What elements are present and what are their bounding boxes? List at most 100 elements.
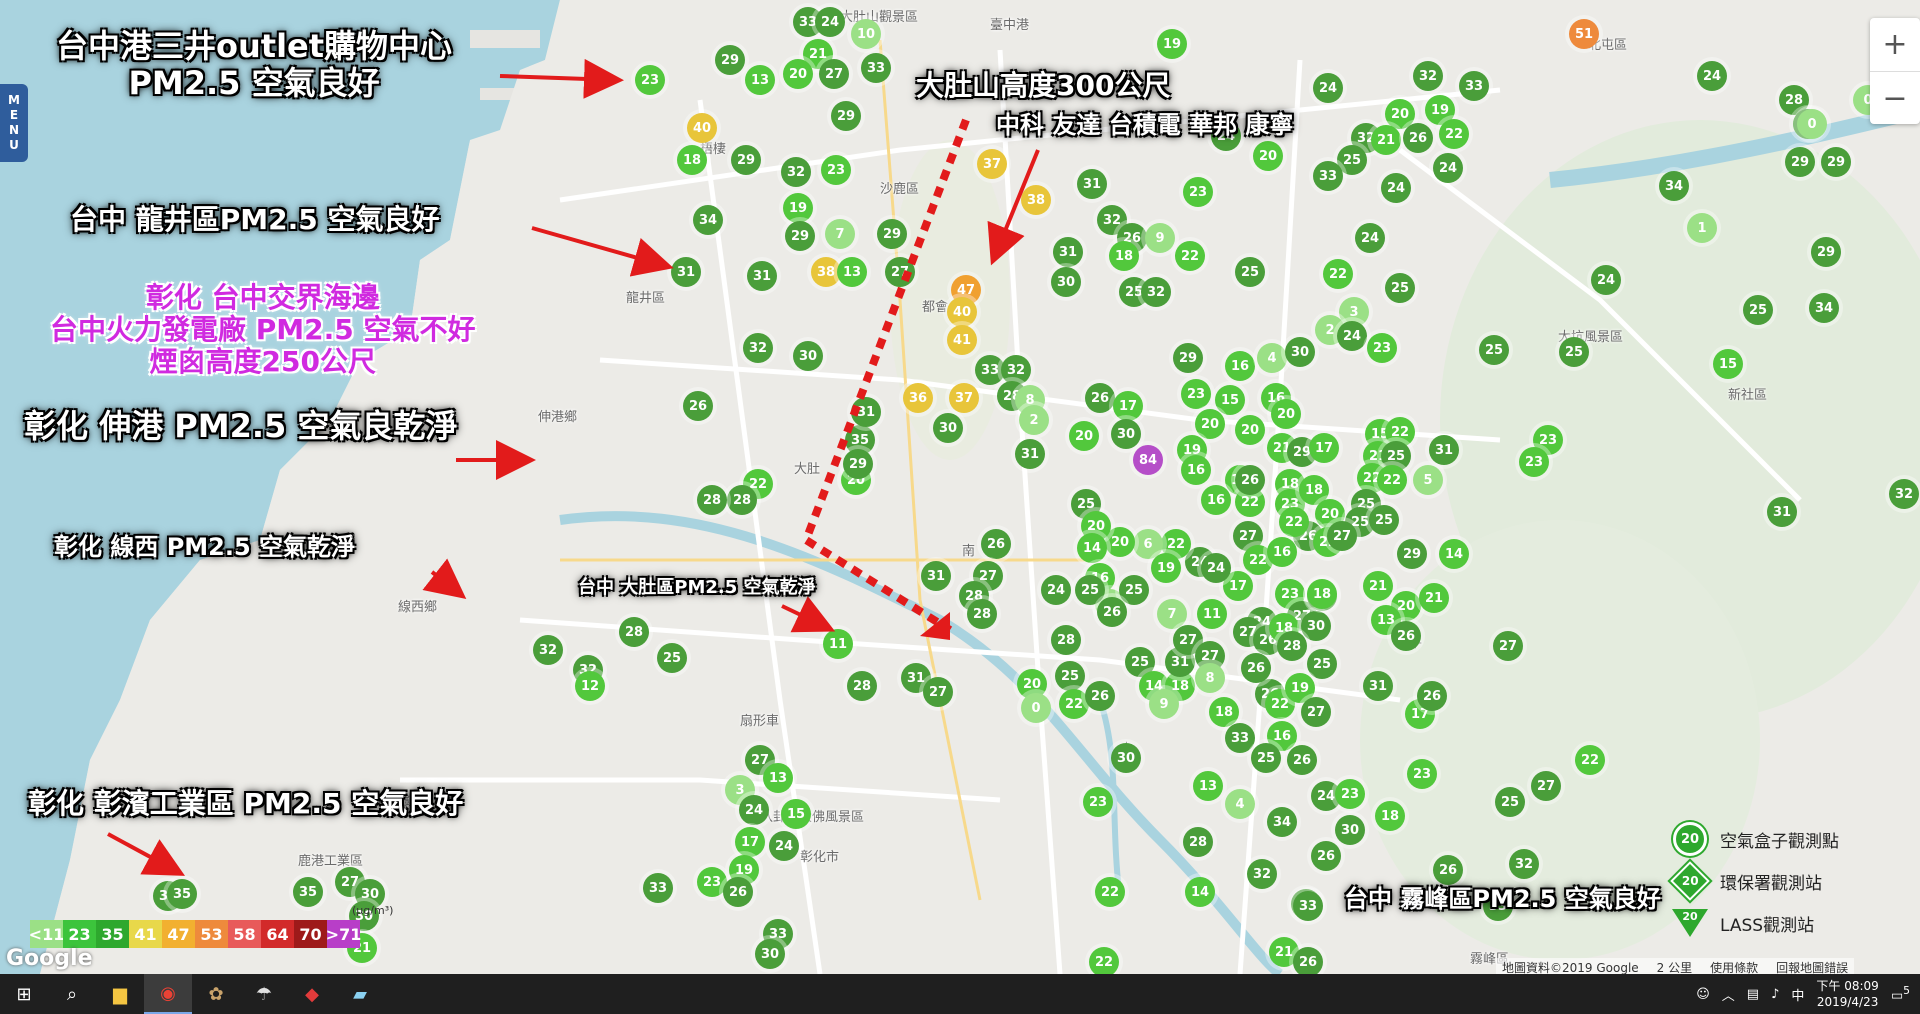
sensor-marker[interactable]: 24 — [1381, 173, 1411, 203]
sensor-marker[interactable]: 34 — [693, 205, 723, 235]
sensor-marker[interactable]: 12 — [575, 671, 605, 701]
sensor-marker[interactable]: 32 — [533, 635, 563, 665]
sensor-marker[interactable]: 27 — [885, 257, 915, 287]
app-icon-4[interactable]: ▰ — [336, 974, 384, 1014]
notification-icon[interactable]: ▭5 — [1891, 984, 1910, 1003]
sensor-marker[interactable]: 28 — [967, 599, 997, 629]
sensor-marker[interactable]: 16 — [1181, 455, 1211, 485]
sensor-marker[interactable]: 30 — [793, 341, 823, 371]
sensor-marker[interactable]: 20 — [1235, 415, 1265, 445]
menu-button[interactable]: M E N U — [0, 84, 28, 162]
sensor-marker[interactable]: 34 — [1659, 171, 1689, 201]
sensor-marker[interactable]: 23 — [1181, 379, 1211, 409]
sensor-marker[interactable]: 28 — [619, 617, 649, 647]
sensor-marker[interactable]: 4 — [1257, 343, 1287, 373]
sensor-marker[interactable]: 25 — [1559, 337, 1589, 367]
sensor-marker[interactable]: 31 — [1429, 435, 1459, 465]
sensor-marker[interactable]: 23 — [1335, 779, 1365, 809]
sensor-marker[interactable]: 13 — [745, 65, 775, 95]
sensor-marker[interactable]: 31 — [1363, 671, 1393, 701]
sensor-marker[interactable]: 8 — [1195, 663, 1225, 693]
sensor-marker[interactable]: 33 — [643, 873, 673, 903]
sensor-marker[interactable]: 27 — [1301, 697, 1331, 727]
sensor-marker[interactable]: 31 — [1077, 169, 1107, 199]
sensor-marker[interactable]: 15 — [781, 799, 811, 829]
sensor-marker[interactable]: 24 — [815, 7, 845, 37]
sensor-marker[interactable]: 34 — [1267, 807, 1297, 837]
sensor-marker[interactable]: 29 — [731, 145, 761, 175]
report-error-link[interactable]: 回報地圖錯誤 — [1776, 959, 1848, 974]
sensor-marker[interactable]: 25 — [1369, 505, 1399, 535]
sensor-marker[interactable]: 26 — [1287, 745, 1317, 775]
sensor-marker[interactable]: 14 — [1439, 539, 1469, 569]
search-icon[interactable]: ⌕ — [48, 974, 96, 1014]
sensor-marker[interactable]: 28 — [727, 485, 757, 515]
sensor-marker[interactable]: 2 — [1019, 405, 1049, 435]
sensor-marker[interactable]: 31 — [1767, 497, 1797, 527]
sensor-marker[interactable]: 23 — [1367, 333, 1397, 363]
zoom-in-button[interactable]: + — [1870, 18, 1920, 72]
zoom-out-button[interactable]: − — [1870, 72, 1920, 125]
sensor-marker[interactable]: 40 — [947, 297, 977, 327]
sensor-marker[interactable]: 1 — [1687, 213, 1717, 243]
sensor-marker[interactable]: 13 — [1193, 771, 1223, 801]
sensor-marker[interactable]: 20 — [783, 59, 813, 89]
sensor-marker[interactable]: 27 — [819, 59, 849, 89]
sensor-marker[interactable]: 15 — [1215, 385, 1245, 415]
sensor-marker[interactable]: 10 — [851, 19, 881, 49]
people-icon[interactable]: ☺ — [1696, 987, 1710, 1002]
sensor-marker[interactable]: 33 — [1313, 161, 1343, 191]
sensor-marker[interactable]: 16 — [1267, 537, 1297, 567]
sensor-marker[interactable]: 25 — [1307, 649, 1337, 679]
sensor-marker[interactable]: 33 — [1293, 891, 1323, 921]
sensor-marker[interactable]: 23 — [1183, 177, 1213, 207]
sensor-marker[interactable]: 33 — [1225, 723, 1255, 753]
sensor-marker[interactable]: 24 — [1355, 223, 1385, 253]
sensor-marker[interactable]: 16 — [1225, 351, 1255, 381]
sensor-marker[interactable]: 26 — [1433, 855, 1463, 885]
sensor-marker[interactable]: 17 — [1113, 391, 1143, 421]
sensor-marker[interactable]: 27 — [1327, 521, 1357, 551]
map-canvas[interactable]: 梧棲 沙鹿區 龍井區 大肚 伸港鄉 線西鄉 扇形車 鹿港鎮 鹿港工業區 彰化市 八卦山大佛風景區 都會… — [0, 0, 1920, 974]
sensor-marker[interactable]: 25 — [1235, 257, 1265, 287]
sensor-marker[interactable]: 22 — [1377, 465, 1407, 495]
sensor-marker[interactable]: 35 — [293, 877, 323, 907]
network-icon[interactable]: ▤ — [1747, 987, 1759, 1002]
sensor-marker[interactable]: 26 — [1311, 841, 1341, 871]
sensor-marker[interactable]: 31 — [1053, 237, 1083, 267]
sensor-marker[interactable]: 22 — [1323, 259, 1353, 289]
sensor-marker[interactable]: 24 — [1201, 553, 1231, 583]
sensor-marker[interactable]: 20 — [1195, 409, 1225, 439]
sensor-marker[interactable]: 35 — [167, 879, 197, 909]
sensor-marker[interactable]: 28 — [1183, 827, 1213, 857]
sensor-marker[interactable]: 24 — [1337, 321, 1367, 351]
sensor-marker[interactable]: 25 — [1495, 787, 1525, 817]
sensor-marker[interactable]: 26 — [1097, 597, 1127, 627]
sensor-marker[interactable]: 26 — [1241, 653, 1271, 683]
sensor-marker[interactable]: 28 — [697, 485, 727, 515]
sensor-marker[interactable]: 18 — [1209, 697, 1239, 727]
sensor-marker[interactable]: 18 — [1307, 579, 1337, 609]
sensor-marker[interactable]: 18 — [1375, 801, 1405, 831]
sensor-marker[interactable]: 9 — [1149, 689, 1179, 719]
sensor-marker[interactable]: 19 — [783, 193, 813, 223]
sensor-marker[interactable]: 31 — [851, 397, 881, 427]
sensor-marker[interactable]: 19 — [1157, 29, 1187, 59]
sensor-marker[interactable]: 36 — [903, 383, 933, 413]
app-icon-3[interactable]: ◆ — [288, 974, 336, 1014]
sensor-marker[interactable]: 33 — [1459, 71, 1489, 101]
file-explorer-icon[interactable]: ▆ — [96, 974, 144, 1014]
sensor-marker[interactable]: 31 — [671, 257, 701, 287]
sensor-marker[interactable]: 27 — [1531, 771, 1561, 801]
sensor-marker[interactable]: 24 — [1591, 265, 1621, 295]
sensor-marker[interactable]: 30 — [1285, 337, 1315, 367]
sensor-marker[interactable]: 11 — [1197, 599, 1227, 629]
sensor-marker[interactable]: 26 — [1391, 621, 1421, 651]
ime-indicator[interactable]: 中 — [1791, 985, 1804, 1004]
sensor-marker[interactable]: 21 — [1419, 583, 1449, 613]
sensor-marker[interactable]: 30 — [755, 939, 785, 969]
sensor-marker[interactable]: 15 — [1713, 349, 1743, 379]
sensor-marker[interactable]: 20 — [1253, 141, 1283, 171]
sensor-marker[interactable]: 23 — [821, 155, 851, 185]
sensor-marker[interactable]: 32 — [781, 157, 811, 187]
